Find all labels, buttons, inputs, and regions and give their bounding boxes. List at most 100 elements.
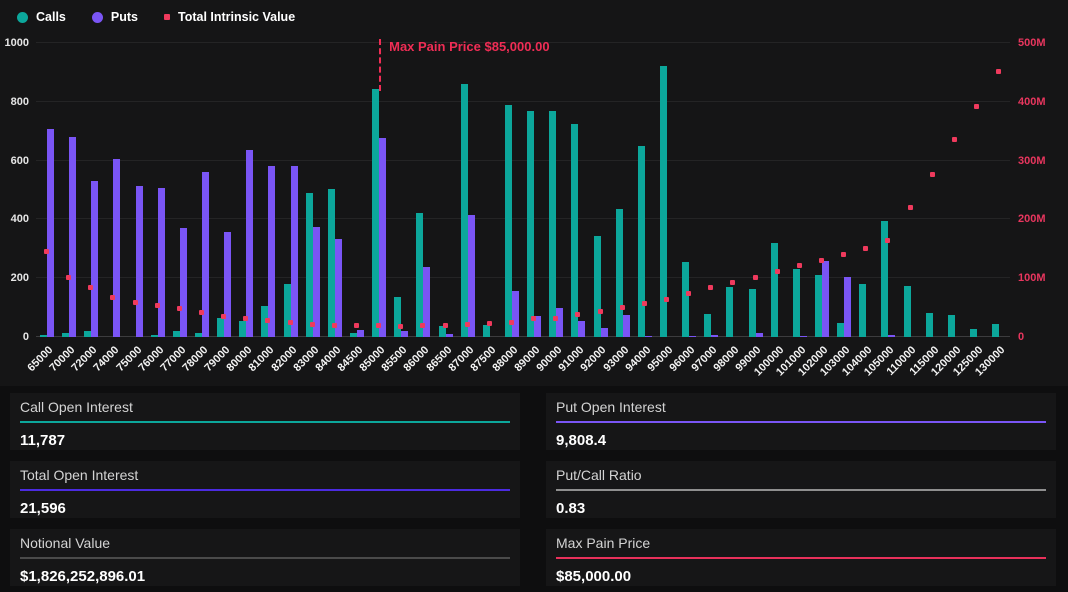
call-bar[interactable] bbox=[571, 124, 578, 337]
intrinsic-value-dot[interactable] bbox=[376, 323, 381, 328]
put-bar[interactable] bbox=[136, 186, 143, 337]
intrinsic-value-dot[interactable] bbox=[974, 104, 979, 109]
intrinsic-value-dot[interactable] bbox=[288, 320, 293, 325]
call-bar[interactable] bbox=[461, 84, 468, 337]
intrinsic-value-dot[interactable] bbox=[885, 238, 890, 243]
put-bar[interactable] bbox=[556, 308, 563, 337]
intrinsic-value-dot[interactable] bbox=[443, 323, 448, 328]
intrinsic-value-dot[interactable] bbox=[487, 321, 492, 326]
intrinsic-value-dot[interactable] bbox=[620, 305, 625, 310]
call-bar[interactable] bbox=[483, 325, 490, 337]
put-bar[interactable] bbox=[313, 227, 320, 337]
put-bar[interactable] bbox=[357, 330, 364, 337]
intrinsic-value-dot[interactable] bbox=[553, 316, 558, 321]
call-bar[interactable] bbox=[638, 146, 645, 337]
put-bar[interactable] bbox=[224, 232, 231, 337]
put-bar[interactable] bbox=[601, 328, 608, 337]
call-bar[interactable] bbox=[815, 275, 822, 337]
call-bar[interactable] bbox=[439, 326, 446, 337]
put-bar[interactable] bbox=[512, 291, 519, 337]
call-bar[interactable] bbox=[505, 105, 512, 337]
call-bar[interactable] bbox=[771, 243, 778, 337]
call-bar[interactable] bbox=[726, 287, 733, 337]
call-bar[interactable] bbox=[416, 213, 423, 337]
intrinsic-value-dot[interactable] bbox=[177, 306, 182, 311]
call-bar[interactable] bbox=[970, 329, 977, 337]
intrinsic-value-dot[interactable] bbox=[66, 275, 71, 280]
intrinsic-value-dot[interactable] bbox=[265, 318, 270, 323]
call-bar[interactable] bbox=[682, 262, 689, 337]
intrinsic-value-dot[interactable] bbox=[509, 320, 514, 325]
intrinsic-value-dot[interactable] bbox=[996, 69, 1001, 74]
intrinsic-value-dot[interactable] bbox=[930, 172, 935, 177]
put-bar[interactable] bbox=[69, 137, 76, 337]
intrinsic-value-dot[interactable] bbox=[841, 252, 846, 257]
intrinsic-value-dot[interactable] bbox=[575, 312, 580, 317]
intrinsic-value-dot[interactable] bbox=[155, 303, 160, 308]
put-bar[interactable] bbox=[113, 159, 120, 337]
intrinsic-value-dot[interactable] bbox=[753, 275, 758, 280]
intrinsic-value-dot[interactable] bbox=[908, 205, 913, 210]
intrinsic-value-dot[interactable] bbox=[88, 285, 93, 290]
intrinsic-value-dot[interactable] bbox=[110, 295, 115, 300]
intrinsic-value-dot[interactable] bbox=[598, 309, 603, 314]
intrinsic-value-dot[interactable] bbox=[531, 316, 536, 321]
put-bar[interactable] bbox=[623, 315, 630, 337]
intrinsic-value-dot[interactable] bbox=[420, 323, 425, 328]
call-bar[interactable] bbox=[704, 314, 711, 337]
intrinsic-value-dot[interactable] bbox=[221, 314, 226, 319]
put-bar[interactable] bbox=[180, 228, 187, 337]
put-bar[interactable] bbox=[268, 166, 275, 337]
put-bar[interactable] bbox=[578, 321, 585, 337]
intrinsic-value-dot[interactable] bbox=[243, 316, 248, 321]
call-bar[interactable] bbox=[616, 209, 623, 337]
call-bar[interactable] bbox=[306, 193, 313, 337]
intrinsic-value-dot[interactable] bbox=[730, 280, 735, 285]
intrinsic-value-dot[interactable] bbox=[863, 246, 868, 251]
put-bar[interactable] bbox=[291, 166, 298, 337]
call-bar[interactable] bbox=[328, 189, 335, 337]
legend-item-puts[interactable]: Puts bbox=[92, 10, 138, 24]
put-bar[interactable] bbox=[91, 181, 98, 337]
call-bar[interactable] bbox=[948, 315, 955, 337]
intrinsic-value-dot[interactable] bbox=[686, 291, 691, 296]
legend-item-calls[interactable]: Calls bbox=[17, 10, 66, 24]
call-bar[interactable] bbox=[239, 321, 246, 337]
put-bar[interactable] bbox=[822, 261, 829, 337]
call-bar[interactable] bbox=[992, 324, 999, 337]
intrinsic-value-dot[interactable] bbox=[775, 269, 780, 274]
intrinsic-value-dot[interactable] bbox=[708, 285, 713, 290]
put-bar[interactable] bbox=[47, 129, 54, 337]
intrinsic-value-dot[interactable] bbox=[199, 310, 204, 315]
intrinsic-value-dot[interactable] bbox=[797, 263, 802, 268]
legend-item-total-intrinsic-value[interactable]: Total Intrinsic Value bbox=[164, 10, 295, 24]
put-bar[interactable] bbox=[468, 215, 475, 337]
intrinsic-value-dot[interactable] bbox=[354, 323, 359, 328]
call-bar[interactable] bbox=[594, 236, 601, 337]
intrinsic-value-dot[interactable] bbox=[44, 249, 49, 254]
call-bar[interactable] bbox=[217, 318, 224, 337]
call-bar[interactable] bbox=[904, 286, 911, 337]
call-bar[interactable] bbox=[372, 89, 379, 337]
intrinsic-value-dot[interactable] bbox=[465, 322, 470, 327]
call-bar[interactable] bbox=[837, 323, 844, 337]
intrinsic-value-dot[interactable] bbox=[133, 300, 138, 305]
intrinsic-value-dot[interactable] bbox=[398, 324, 403, 329]
call-bar[interactable] bbox=[527, 111, 534, 337]
call-bar[interactable] bbox=[284, 284, 291, 337]
intrinsic-value-dot[interactable] bbox=[332, 323, 337, 328]
put-bar[interactable] bbox=[158, 188, 165, 337]
intrinsic-value-dot[interactable] bbox=[819, 258, 824, 263]
intrinsic-value-dot[interactable] bbox=[642, 301, 647, 306]
intrinsic-value-dot[interactable] bbox=[664, 297, 669, 302]
call-bar[interactable] bbox=[793, 269, 800, 337]
call-bar[interactable] bbox=[859, 284, 866, 337]
put-bar[interactable] bbox=[844, 277, 851, 337]
call-bar[interactable] bbox=[926, 313, 933, 337]
put-bar[interactable] bbox=[246, 150, 253, 337]
intrinsic-value-dot[interactable] bbox=[952, 137, 957, 142]
put-bar[interactable] bbox=[379, 138, 386, 337]
call-bar[interactable] bbox=[749, 289, 756, 338]
call-bar[interactable] bbox=[394, 297, 401, 337]
intrinsic-value-dot[interactable] bbox=[310, 322, 315, 327]
